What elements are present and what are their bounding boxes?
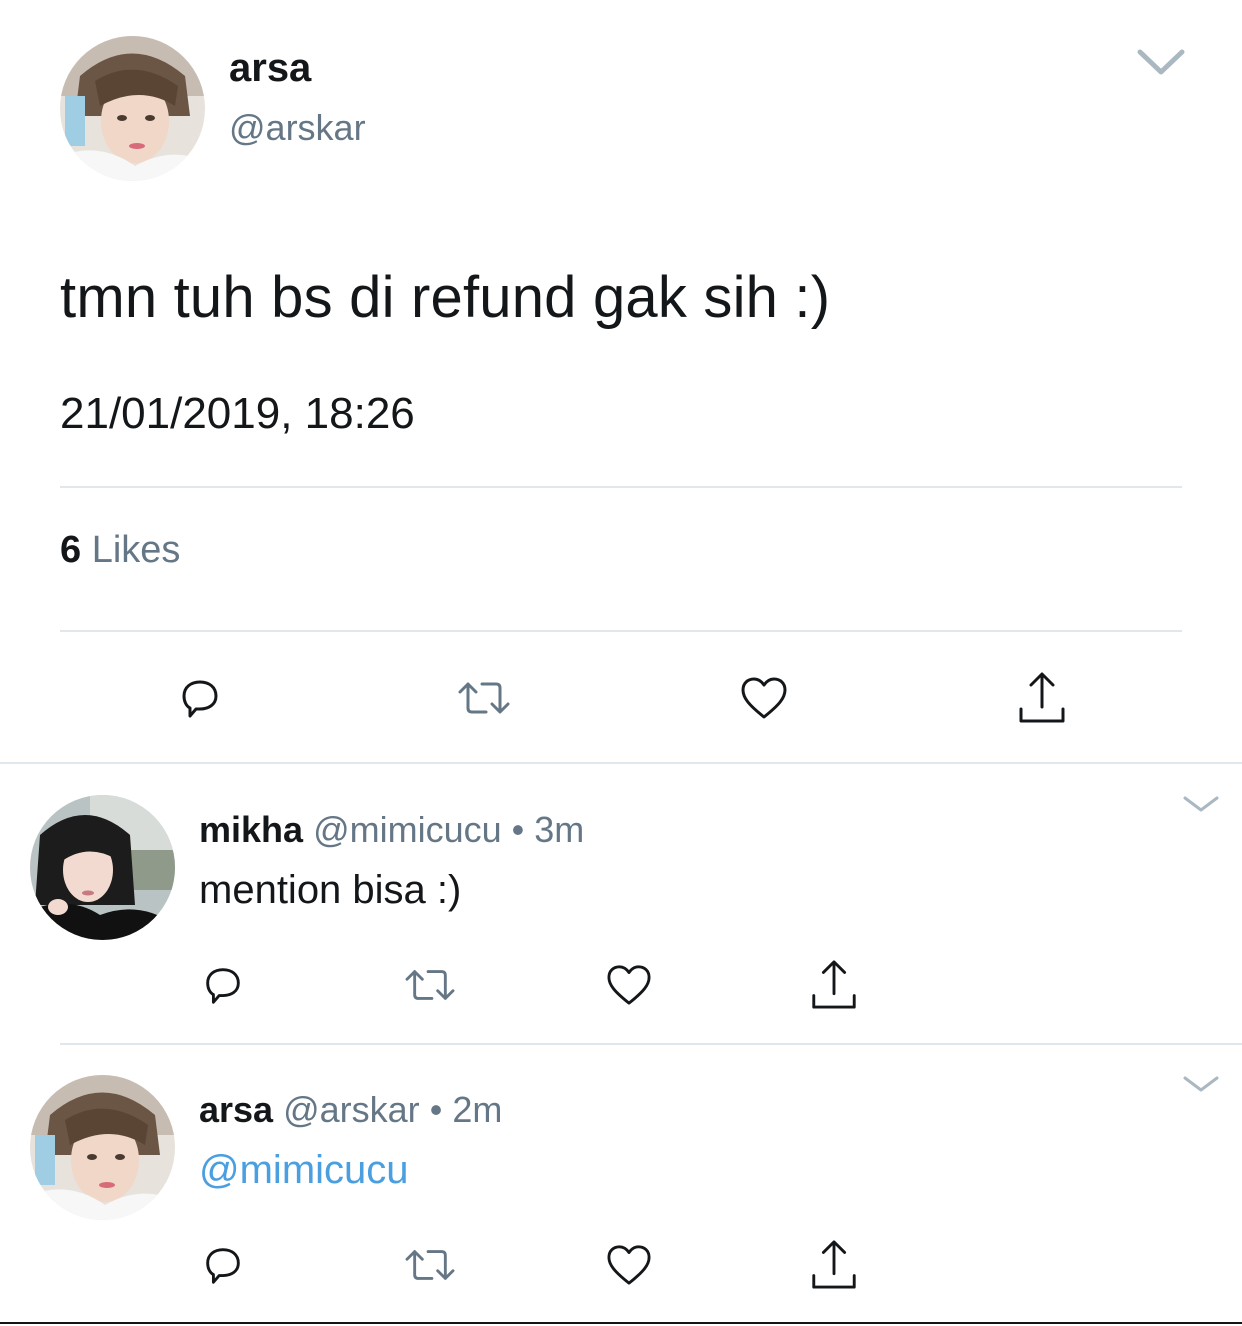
share-icon <box>1019 672 1065 723</box>
share-button[interactable] <box>1012 666 1072 728</box>
mention-link[interactable]: @mimicucu <box>199 1146 409 1194</box>
chevron-down-icon[interactable] <box>1136 40 1186 80</box>
reply-header: mikha @mimicucu • 3m <box>199 808 584 852</box>
reply-handle[interactable]: @mimicucu <box>313 809 502 850</box>
reply-icon <box>206 968 240 1004</box>
divider <box>60 486 1182 488</box>
like-icon <box>741 677 787 719</box>
main-handle[interactable]: @arskar <box>229 106 366 150</box>
reply-button[interactable] <box>196 958 250 1012</box>
reply-text: mention bisa :) <box>199 868 462 912</box>
retweet-button[interactable] <box>400 1238 460 1292</box>
retweet-icon <box>405 970 455 1000</box>
reply-time: 3m <box>534 809 585 850</box>
divider <box>0 1322 1242 1324</box>
reply-time: 2m <box>452 1089 503 1130</box>
tweet-timestamp: 21/01/2019, 18:26 <box>60 389 415 438</box>
reply-separator: • <box>511 809 525 850</box>
like-button[interactable] <box>602 958 656 1012</box>
reply-handle[interactable]: @arskar <box>283 1089 420 1130</box>
chevron-down-icon[interactable] <box>1181 1072 1221 1096</box>
reply-display-name[interactable]: arsa <box>199 1089 273 1130</box>
reply-avatar[interactable] <box>30 1075 175 1220</box>
reply-header: arsa @arskar • 2m <box>199 1088 502 1132</box>
main-display-name[interactable]: arsa <box>229 44 311 92</box>
reply-button[interactable] <box>170 668 230 728</box>
likes-label: Likes <box>91 529 181 571</box>
reply-display-name[interactable]: mikha <box>199 809 303 850</box>
reply-separator: • <box>429 1089 443 1130</box>
like-button[interactable] <box>734 668 794 728</box>
retweet-button[interactable] <box>400 958 460 1012</box>
like-button[interactable] <box>602 1238 656 1292</box>
divider <box>0 762 1242 764</box>
likes-stat[interactable]: 6 Likes <box>60 528 180 572</box>
chevron-down-icon[interactable] <box>1181 792 1221 816</box>
divider <box>60 630 1182 632</box>
retweet-icon <box>458 682 510 714</box>
main-avatar[interactable] <box>60 36 205 181</box>
tweet-text: tmn tuh bs di refund gak sih :) <box>60 265 831 330</box>
retweet-icon <box>405 1250 455 1280</box>
likes-count: 6 <box>60 529 82 571</box>
share-icon <box>812 960 856 1009</box>
reply-icon <box>182 680 218 718</box>
reply-avatar[interactable] <box>30 795 175 940</box>
like-icon <box>607 1245 651 1285</box>
share-icon <box>812 1240 856 1289</box>
retweet-button[interactable] <box>452 668 516 728</box>
share-button[interactable] <box>806 956 862 1012</box>
like-icon <box>607 965 651 1005</box>
divider <box>60 1043 1242 1045</box>
reply-icon <box>206 1248 240 1284</box>
reply-button[interactable] <box>196 1238 250 1292</box>
share-button[interactable] <box>806 1236 862 1292</box>
